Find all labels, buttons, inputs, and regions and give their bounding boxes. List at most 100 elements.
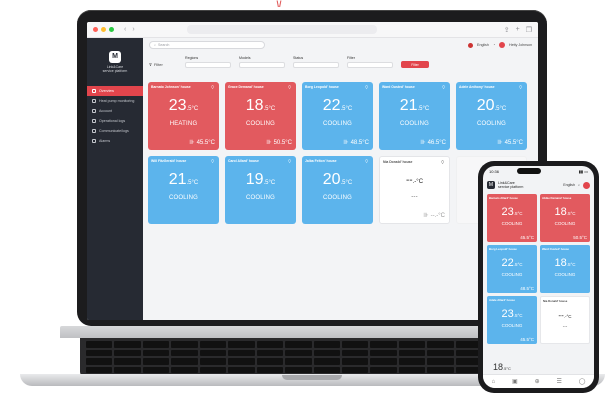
avatar[interactable] (499, 42, 506, 48)
wifi-icon: ⌔ (364, 85, 369, 91)
device-card[interactable]: Carol Allard' house ⌔ 19.5°C COOLING (225, 156, 296, 224)
temp-value: 23 (168, 97, 187, 114)
sidebar-item[interactable]: Communicate/logs (87, 126, 143, 136)
temp-value: 21 (168, 171, 187, 188)
device-card[interactable]: Barnato Johnson' house ⌔ 23.5°C HEATING ⊪ 45.… (148, 82, 219, 150)
phone-device-card[interactable]: Ward Ousted' house 18.5°C COOLING (540, 245, 590, 293)
device-card[interactable]: Will FitzGerald' house ⌔ 21.5°C COOLING (148, 156, 219, 224)
tabs-icon[interactable]: ❐ (526, 26, 532, 34)
keyboard-key (313, 358, 340, 365)
device-card[interactable]: Grace Demarai' house ⌔ 18.5°C COOLING ⊪ 50.5°… (225, 82, 296, 150)
sidebar-item[interactable]: Overview (87, 86, 143, 96)
phone-device-card[interactable]: Abbie Demarai' house 18.5°C COOLING 50.5°C (540, 194, 590, 242)
sidebar-item-label: Overview (99, 89, 114, 93)
keyboard-key (341, 358, 369, 365)
filter-button[interactable]: Filter (401, 61, 429, 68)
phone-device-card[interactable]: Nia Donald' house --.-°C --- (540, 296, 590, 344)
keyboard-key (313, 341, 340, 348)
sidebar-item[interactable]: Account (87, 106, 143, 116)
new-tab-icon[interactable]: + (516, 26, 520, 34)
device-name: Adele Anthony' house (459, 85, 495, 89)
maximize-window-button[interactable] (109, 27, 114, 32)
device-name: Grace Demarai' house (228, 85, 264, 89)
brand-line-2: service platform (102, 69, 128, 73)
room-temp-value: 45.5°C (196, 139, 215, 146)
keyboard-key (341, 349, 369, 356)
address-bar[interactable] (186, 25, 377, 34)
nav-item-icon (92, 109, 96, 113)
close-window-button[interactable] (93, 27, 98, 32)
wifi-icon: ⌔ (518, 85, 523, 91)
decor-mark-icon: \/ (276, 0, 282, 9)
phone-brand: Link&Care service platform (498, 181, 523, 189)
device-card[interactable]: Jalba Felton' house ⌔ 20.5°C COOLING (302, 156, 373, 224)
keyboard-key (171, 358, 198, 365)
device-card[interactable]: Nia Donald' house ⌔ --.-°C --- ⊪ --.-°C (379, 156, 450, 224)
keyboard-key (285, 341, 312, 348)
models-select[interactable] (239, 62, 285, 68)
bell-icon[interactable]: ◔ (493, 43, 495, 47)
set-temperature: 23.5°C (151, 98, 216, 117)
tab-add-icon[interactable]: ⊕ (535, 378, 540, 385)
phone-language-select[interactable]: English (563, 183, 575, 187)
phone-time: 10:36 (489, 168, 500, 174)
tab-devices-icon[interactable]: ▣ (512, 378, 518, 385)
temp-decimal: .5°C (494, 106, 507, 112)
set-temperature: 18.5°C (228, 98, 293, 117)
share-icon[interactable]: ⇪ (504, 26, 510, 34)
keyboard-key (171, 349, 198, 356)
phone-room-temp: 48.5°C (520, 286, 534, 291)
minimize-window-button[interactable] (101, 27, 106, 32)
room-temp-value: 50.5°C (273, 139, 292, 146)
keyboard-key (228, 341, 255, 348)
mode-label: COOLING (476, 121, 507, 127)
filter-select[interactable] (347, 62, 393, 68)
user-name[interactable]: Hetty Johnson (509, 43, 532, 47)
tab-home-icon[interactable]: ⌂ (491, 379, 495, 385)
device-name: Ward Ousted' house (382, 85, 415, 89)
regions-select[interactable] (185, 62, 231, 68)
status-select[interactable] (293, 62, 339, 68)
sidebar-item[interactable]: Alarms (87, 136, 143, 146)
set-temperature: 21.5°C (151, 172, 216, 191)
keyboard-key (370, 366, 397, 373)
set-temperature: 20.5°C (305, 172, 370, 191)
language-flag-icon (468, 42, 474, 48)
nav-item-icon (92, 139, 96, 143)
filter-label: ⊽ Filter (149, 62, 177, 67)
temp-decimal: .5°C (417, 106, 430, 112)
phone-search-icon[interactable]: ⌕ (578, 183, 580, 187)
sidebar-item[interactable]: Operational logs (87, 116, 143, 126)
wifi-icon: ⌔ (364, 159, 369, 165)
wifi-icon: ⌔ (210, 159, 215, 165)
sidebar-item[interactable]: Heat pump monitoring (87, 96, 143, 106)
phone-device-card[interactable]: Adele Allard' house 23.5°C COOLING 45.5°C (487, 296, 537, 344)
keyboard-key (370, 349, 397, 356)
phone-status-bar: 10:36 ▮▮ ▭ (483, 166, 594, 176)
temp-value: 18 (245, 97, 264, 114)
phone-room-temp: 45.5°C (520, 235, 534, 240)
phone-temp-decimal: .5°C (566, 211, 576, 216)
chevron-left-icon[interactable]: ‹ (124, 26, 126, 33)
device-card[interactable]: Adele Anthony' house ⌔ 20.5°C COOLING ⊪ 45.5°… (456, 82, 527, 150)
language-select[interactable]: English (477, 43, 489, 47)
tab-profile-icon[interactable]: ◯ (579, 378, 586, 385)
temp-decimal: .-°C (412, 179, 424, 185)
device-card[interactable]: Ward Ousted' house ⌔ 21.5°C COOLING ⊪ 46.5°C (379, 82, 450, 150)
phone-device-name: Nia Donald' house (543, 299, 568, 303)
app-logo: M (109, 51, 121, 63)
phone-device-card[interactable]: Borg Leopold' house 22.5°C COOLING 48.5°C (487, 245, 537, 293)
device-card[interactable]: Borg Leopold' house ⌔ 22.5°C COOLING ⊪ 48.5°C (302, 82, 373, 150)
mode-label: COOLING (322, 121, 353, 127)
phone-set-temperature: 18.5°C (542, 207, 588, 219)
phone-avatar[interactable] (583, 181, 590, 189)
phone-device-card[interactable]: Barnato Allard' house 23.5°C COOLING 45.5°C (487, 194, 537, 242)
search-icon: ⌕ (154, 43, 157, 47)
brand: M Link&Care service platform (87, 38, 143, 86)
temp-decimal: .5°C (263, 106, 276, 112)
phone-set-temperature: 23.5°C (489, 309, 535, 321)
filter-status: Status (293, 56, 339, 68)
search-input[interactable]: ⌕ Search (149, 41, 265, 49)
tab-logs-icon[interactable]: ☰ (557, 378, 562, 385)
chevron-right-icon[interactable]: › (132, 26, 134, 33)
